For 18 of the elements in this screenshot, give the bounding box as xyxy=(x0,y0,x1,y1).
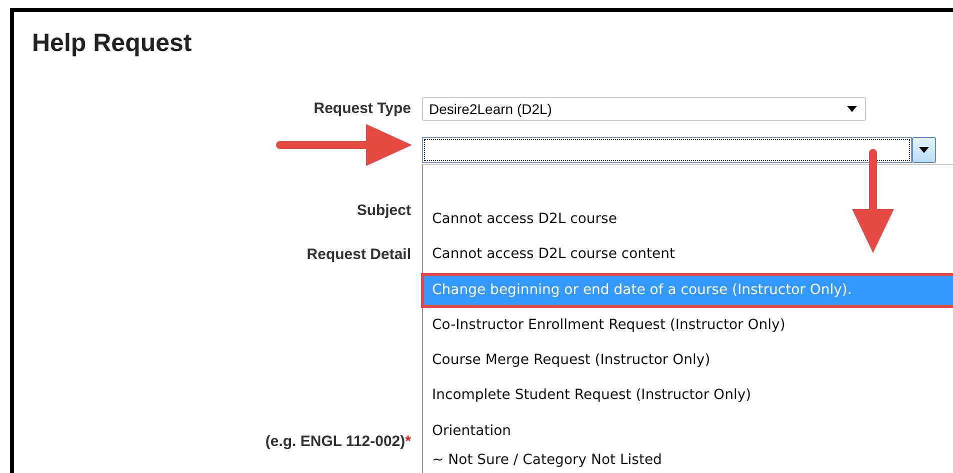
dropdown-option[interactable]: Co-Instructor Enrollment Request (Instructor Only) xyxy=(423,308,953,344)
dropdown-option[interactable]: Orientation xyxy=(423,414,953,450)
dropdown-button[interactable] xyxy=(912,137,936,163)
field-label: Request Type xyxy=(314,99,411,119)
dropdown-option[interactable]: Incomplete Student Request (Instructor Only) xyxy=(423,378,953,414)
dropdown-option[interactable]: ~ Not Sure / Category Not Listed xyxy=(423,449,953,473)
down-arrow-icon xyxy=(850,149,896,253)
dropdown-option[interactable]: Cannot access D2L course xyxy=(423,202,953,238)
field-label: (e.g. ENGL 112-002)* xyxy=(265,432,411,452)
request-type-select[interactable]: Desire2Learn (D2L) xyxy=(422,97,866,121)
dropdown-option[interactable]: Course Merge Request (Instructor Only) xyxy=(423,343,953,378)
field-label: Request Detail xyxy=(306,245,411,265)
caret-icon xyxy=(847,106,857,112)
field-label: Subject xyxy=(356,201,411,221)
subject-select[interactable] xyxy=(422,137,912,163)
dropdown-option[interactable]: Cannot access D2L course content xyxy=(423,237,953,273)
caret-icon xyxy=(919,147,929,153)
page-title: Help Request xyxy=(31,28,193,58)
